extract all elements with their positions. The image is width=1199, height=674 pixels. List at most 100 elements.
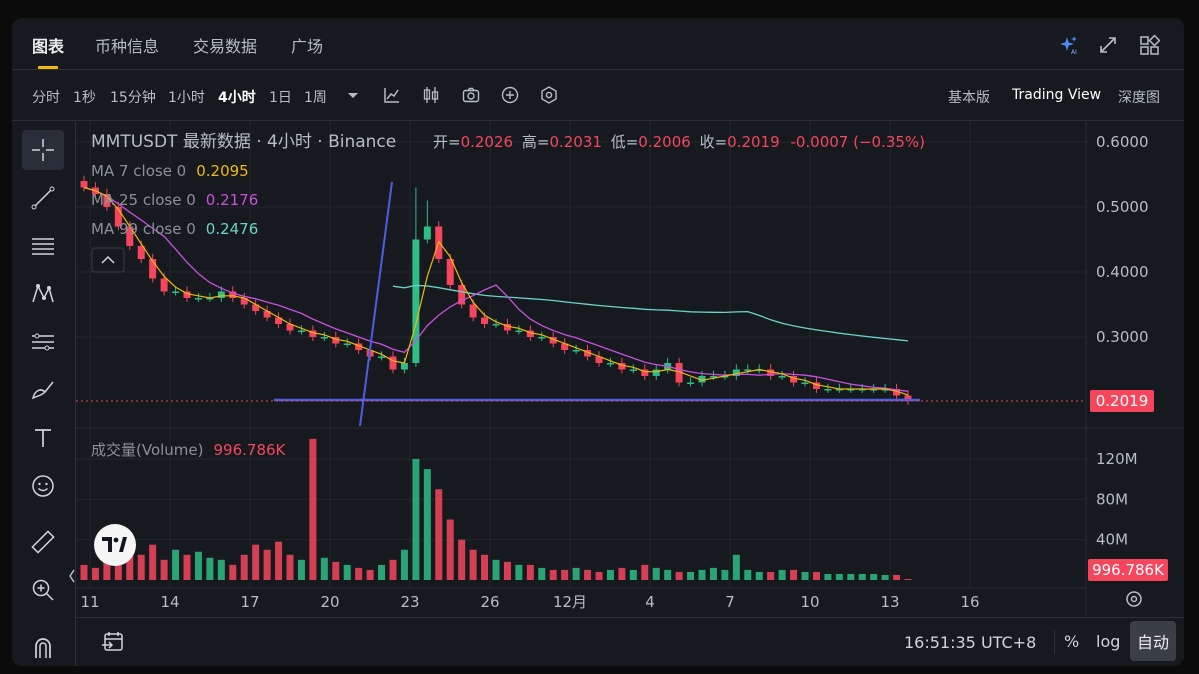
volume-bar bbox=[606, 569, 614, 580]
volume-bar bbox=[709, 567, 717, 580]
candle-body bbox=[652, 369, 660, 376]
ma25-line bbox=[83, 186, 909, 392]
candle-body bbox=[629, 369, 637, 371]
legend-ohlc: 开=0.2026 高=0.2031 低=0.2006 收=0.2019 -0.0… bbox=[433, 133, 925, 151]
volume-bar bbox=[572, 567, 580, 580]
volume-bar bbox=[481, 554, 489, 580]
clock: 16:51:35 UTC+8 bbox=[904, 633, 1037, 652]
candle-body bbox=[160, 278, 168, 292]
volume-bar bbox=[721, 569, 729, 580]
candle-body bbox=[343, 343, 351, 345]
volume-bar bbox=[343, 564, 351, 580]
time-tick-label: 14 bbox=[160, 593, 179, 611]
volume-tick-label: 40M bbox=[1096, 531, 1128, 549]
volume-bar bbox=[675, 571, 683, 580]
volume-bar bbox=[194, 551, 202, 580]
volume-bar bbox=[378, 564, 386, 580]
volume-bar bbox=[549, 569, 557, 580]
candle-body bbox=[194, 298, 202, 300]
volume-bar bbox=[526, 564, 534, 580]
volume-bar bbox=[835, 573, 843, 580]
volume-bar bbox=[355, 567, 363, 580]
volume-bar bbox=[687, 571, 695, 580]
candle-body bbox=[572, 350, 580, 352]
candle-body bbox=[801, 382, 809, 384]
legend-ma99: MA 99 close 0 0.2476 bbox=[91, 220, 258, 238]
volume-bar bbox=[893, 574, 901, 580]
time-tick-label: 7 bbox=[725, 593, 735, 611]
candle-body bbox=[320, 337, 328, 339]
time-tick-label: 20 bbox=[320, 593, 339, 611]
candle-body bbox=[217, 291, 225, 298]
volume-bar bbox=[446, 519, 454, 580]
volume-bar bbox=[812, 571, 820, 580]
volume-bar bbox=[217, 559, 225, 580]
volume-bars bbox=[80, 438, 912, 580]
volume-bar bbox=[80, 564, 88, 580]
time-tick-label: 4 bbox=[645, 593, 655, 611]
legend-collapse-button[interactable] bbox=[91, 247, 125, 273]
chart-canvas[interactable]: MMTUSDT 最新数据 · 4小时 · Binance 开=0.2026 高=… bbox=[12, 18, 1184, 666]
volume-bar bbox=[503, 561, 511, 580]
volume-bar bbox=[652, 567, 660, 580]
candle-body bbox=[687, 382, 695, 384]
volume-tick-label: 120M bbox=[1096, 450, 1138, 468]
volume-bar bbox=[332, 561, 340, 580]
log-scale-button[interactable]: log bbox=[1096, 632, 1120, 651]
time-tick-label: 17 bbox=[240, 593, 259, 611]
candle-body bbox=[515, 330, 523, 332]
time-tick-label: 12月 bbox=[553, 593, 587, 611]
volume-tick-label: 80M bbox=[1096, 490, 1128, 508]
candle-body bbox=[824, 389, 832, 391]
candle-body bbox=[172, 291, 180, 293]
goto-date-icon[interactable] bbox=[100, 629, 126, 655]
candlesticks bbox=[80, 175, 912, 405]
volume-axis: 120M 80M 40M bbox=[1096, 450, 1138, 549]
time-tick-label: 13 bbox=[880, 593, 899, 611]
legend-title: MMTUSDT 最新数据 · 4小时 · Binance bbox=[91, 132, 396, 152]
candle-body bbox=[80, 181, 88, 188]
candle-body bbox=[389, 356, 397, 370]
volume-bar bbox=[172, 549, 180, 580]
chart-panel: 图表 币种信息 交易数据 广场 AI 分时 1秒 15分钟 1小时 4小时 1日… bbox=[12, 18, 1184, 666]
candle-body bbox=[492, 324, 500, 326]
time-axis: 11 14 17 20 23 26 12月 4 7 10 13 16 bbox=[80, 593, 979, 611]
volume-bar bbox=[584, 569, 592, 580]
volume-bar bbox=[263, 549, 271, 580]
time-tick-label: 16 bbox=[960, 593, 979, 611]
volume-bar bbox=[744, 569, 752, 580]
volume-bar bbox=[790, 569, 798, 580]
volume-bar bbox=[515, 564, 523, 580]
drawn-trendline[interactable] bbox=[359, 181, 393, 427]
ma7-line bbox=[83, 186, 909, 396]
candle-body bbox=[378, 356, 386, 358]
legend-volume: 成交量(Volume) 996.786K bbox=[91, 441, 287, 459]
price-tick-label: 0.4000 bbox=[1096, 263, 1149, 281]
volume-bar bbox=[858, 573, 866, 580]
percent-scale-button[interactable]: % bbox=[1064, 632, 1079, 651]
volume-bar bbox=[160, 559, 168, 580]
volume-bar bbox=[309, 438, 317, 580]
price-axis: 0.6000 0.5000 0.4000 0.3000 bbox=[1096, 133, 1149, 346]
volume-bar bbox=[206, 557, 214, 580]
volume-bar bbox=[240, 554, 248, 580]
svg-text:0.2019: 0.2019 bbox=[1096, 392, 1149, 410]
time-tick-label: 11 bbox=[80, 593, 99, 611]
svg-text:996.786K: 996.786K bbox=[1092, 561, 1165, 579]
auto-scale-button[interactable]: 自动 bbox=[1130, 621, 1176, 661]
volume-bar bbox=[91, 567, 99, 580]
candle-body bbox=[400, 363, 408, 370]
legend-ma25: MA 25 close 0 0.2176 bbox=[91, 191, 258, 209]
last-price-tag: 0.2019 bbox=[1090, 390, 1154, 412]
price-tick-label: 0.5000 bbox=[1096, 198, 1149, 216]
time-tick-label: 10 bbox=[800, 593, 819, 611]
candle-body bbox=[469, 304, 477, 318]
volume-bar bbox=[183, 554, 191, 580]
volume-bar bbox=[778, 569, 786, 580]
volume-bar bbox=[595, 571, 603, 580]
tradingview-logo bbox=[94, 524, 136, 566]
collapse-sidebar-icon[interactable] bbox=[69, 569, 75, 583]
volume-bar bbox=[229, 564, 237, 580]
time-tick-label: 23 bbox=[400, 593, 419, 611]
settings-gear-icon[interactable] bbox=[1126, 591, 1142, 607]
